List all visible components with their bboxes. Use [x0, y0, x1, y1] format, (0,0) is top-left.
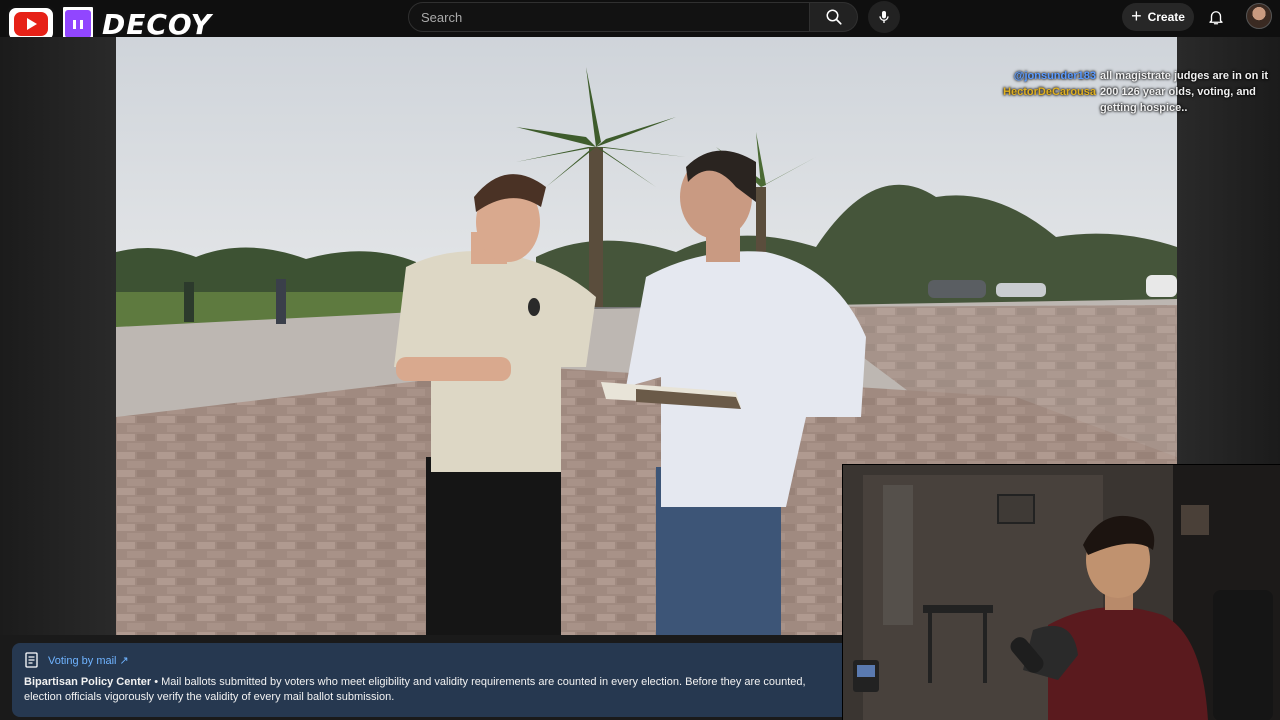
search-button[interactable]: [810, 2, 858, 32]
bell-icon: [1209, 11, 1223, 25]
voice-search-button[interactable]: [868, 1, 900, 33]
top-bar: DECOY + Create: [0, 0, 1280, 44]
context-body: Bipartisan Policy Center • Mail ballots …: [24, 675, 830, 705]
info-panel: Voting by mail ↗ Bipartisan Policy Center…: [0, 635, 842, 720]
notifications-button[interactable]: [1204, 5, 1228, 29]
brand-name: DECOY: [102, 7, 212, 41]
context-link[interactable]: Voting by mail ↗: [48, 654, 129, 667]
search-input[interactable]: [421, 9, 809, 25]
user-avatar[interactable]: [1246, 3, 1272, 29]
video-backdrop-left: [0, 37, 116, 635]
chat-text: 200 126 year olds, voting, and getting h…: [1100, 86, 1256, 114]
context-source: Bipartisan Policy Center: [24, 676, 152, 688]
chat-username: HectorDeCarousa: [1003, 86, 1096, 98]
create-label: Create: [1147, 10, 1185, 24]
app-root: DECOY + Create: [0, 0, 1280, 720]
context-separator: •: [151, 676, 162, 688]
webcam-frame: [843, 465, 1280, 720]
microphone-icon: [879, 11, 889, 23]
context-card: Voting by mail ↗ Bipartisan Policy Center…: [12, 643, 842, 717]
create-button[interactable]: + Create: [1122, 3, 1194, 31]
plus-icon: +: [1131, 6, 1142, 26]
chat-message: HectorDeCarousa 200 126 year olds, votin…: [1000, 84, 1270, 116]
chat-text: all magistrate judges are in on it: [1100, 70, 1269, 82]
chat-message: @jonsunder183 all magistrate judges are …: [1000, 68, 1270, 84]
context-topic: Voting by mail: [48, 654, 117, 667]
chat-overlay: @jonsunder183 all magistrate judges are …: [1000, 68, 1270, 116]
external-link-icon: ↗: [119, 654, 129, 667]
context-header: Voting by mail ↗: [24, 651, 830, 669]
document-icon: [25, 652, 38, 668]
streamer-webcam: [842, 464, 1280, 720]
search-icon: [826, 9, 842, 25]
chat-username: @jonsunder183: [1013, 70, 1096, 82]
search-bar: [408, 2, 810, 32]
